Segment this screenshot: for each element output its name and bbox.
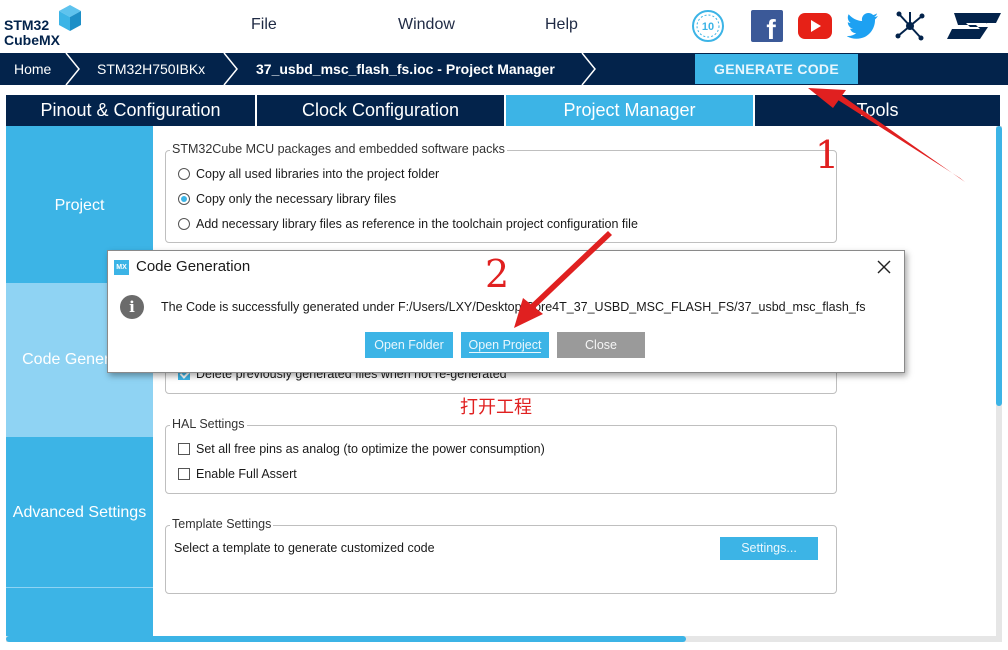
packages-group: STM32Cube MCU packages and embedded soft… xyxy=(165,142,837,243)
tab-tools[interactable]: Tools xyxy=(755,95,1000,126)
free-pins-analog-label: Set all free pins as analog (to optimize… xyxy=(196,442,545,456)
badge-number: 10 xyxy=(702,21,714,33)
reference-libraries-option[interactable]: Add necessary library files as reference… xyxy=(178,217,638,231)
dialog-message: The Code is successfully generated under… xyxy=(161,300,866,314)
anniversary-badge-icon[interactable]: 10 xyxy=(690,8,726,44)
mx-app-icon: MX xyxy=(114,260,129,275)
open-project-button[interactable]: Open Project xyxy=(461,332,549,358)
reference-libraries-label: Add necessary library files as reference… xyxy=(196,217,638,231)
menu-help[interactable]: Help xyxy=(545,16,578,34)
hal-settings-title: HAL Settings xyxy=(170,417,247,431)
generate-code-button[interactable]: GENERATE CODE xyxy=(695,54,858,84)
youtube-icon[interactable] xyxy=(797,8,833,44)
tab-clock-configuration[interactable]: Clock Configuration xyxy=(257,95,506,126)
network-icon[interactable] xyxy=(892,8,928,44)
breadcrumb-project[interactable]: 37_usbd_msc_flash_fs.ioc - Project Manag… xyxy=(256,53,555,85)
template-description: Select a template to generate customized… xyxy=(174,541,435,555)
chevron-right-icon xyxy=(65,53,80,85)
copy-all-libraries-option[interactable]: Copy all used libraries into the project… xyxy=(178,167,439,181)
annotation-step-1: 1 xyxy=(815,133,840,177)
radio-add-reference[interactable] xyxy=(178,218,190,230)
radio-copy-necessary[interactable] xyxy=(178,193,190,205)
checkbox-full-assert[interactable] xyxy=(178,468,190,480)
template-settings-button[interactable]: Settings... xyxy=(720,537,818,560)
st-logo-icon[interactable]: ST xyxy=(946,8,1002,44)
checkbox-free-pins-analog[interactable] xyxy=(178,443,190,455)
tab-project-manager[interactable]: Project Manager xyxy=(506,95,755,126)
close-icon[interactable] xyxy=(874,257,894,277)
breadcrumb-device[interactable]: STM32H750IBKx xyxy=(97,53,205,85)
hal-settings-group: HAL Settings Set all free pins as analog… xyxy=(165,417,837,494)
radio-copy-all[interactable] xyxy=(178,168,190,180)
menu-file[interactable]: File xyxy=(251,16,277,34)
annotation-open-project-note: 打开工程 xyxy=(460,397,532,418)
logo-line1: STM32 xyxy=(4,17,50,33)
copy-necessary-libraries-option[interactable]: Copy only the necessary library files xyxy=(178,192,396,206)
full-assert-option[interactable]: Enable Full Assert xyxy=(178,467,297,481)
copy-necessary-libraries-label: Copy only the necessary library files xyxy=(196,192,397,206)
template-settings-title: Template Settings xyxy=(170,517,274,531)
open-project-label: Open Project xyxy=(468,338,542,353)
open-folder-button[interactable]: Open Folder xyxy=(365,332,453,358)
logo-line2: CubeMX xyxy=(4,32,60,48)
sidenav-item-advanced-settings[interactable]: Advanced Settings xyxy=(6,437,153,587)
menu-window[interactable]: Window xyxy=(398,16,455,34)
tab-pinout-configuration[interactable]: Pinout & Configuration xyxy=(6,95,257,126)
horizontal-scroll-thumb[interactable] xyxy=(6,636,686,642)
sidenav-divider xyxy=(6,587,153,588)
top-menu-bar: STM32 CubeMX File Window Help 10 f ST xyxy=(0,0,1008,53)
free-pins-analog-option[interactable]: Set all free pins as analog (to optimize… xyxy=(178,442,545,456)
facebook-letter: f xyxy=(766,14,776,42)
cube-icon xyxy=(59,5,81,31)
horizontal-scrollbar[interactable] xyxy=(6,636,1002,642)
facebook-icon[interactable]: f xyxy=(749,8,785,44)
st-logo-text: ST xyxy=(986,23,988,25)
project-manager-panel: STM32Cube MCU packages and embedded soft… xyxy=(153,126,995,636)
annotation-step-2: 2 xyxy=(485,252,510,296)
close-button[interactable]: Close xyxy=(557,332,645,358)
info-icon: i xyxy=(120,295,144,319)
chevron-right-icon xyxy=(581,53,596,85)
vertical-scroll-thumb[interactable] xyxy=(996,126,1002,406)
full-assert-label: Enable Full Assert xyxy=(196,467,297,481)
packages-group-title: STM32Cube MCU packages and embedded soft… xyxy=(170,142,507,156)
stm32cubemx-logo: STM32 CubeMX xyxy=(4,4,84,50)
dialog-title: Code Generation xyxy=(136,258,251,275)
copy-all-libraries-label: Copy all used libraries into the project… xyxy=(196,167,440,181)
main-tabs: Pinout & Configuration Clock Configurati… xyxy=(6,95,1000,126)
breadcrumb-home[interactable]: Home xyxy=(14,53,51,85)
side-navigation: Project Code Generator Advanced Settings xyxy=(6,126,153,636)
chevron-right-icon xyxy=(223,53,238,85)
vertical-scrollbar[interactable] xyxy=(996,126,1002,636)
twitter-icon[interactable] xyxy=(845,8,881,44)
